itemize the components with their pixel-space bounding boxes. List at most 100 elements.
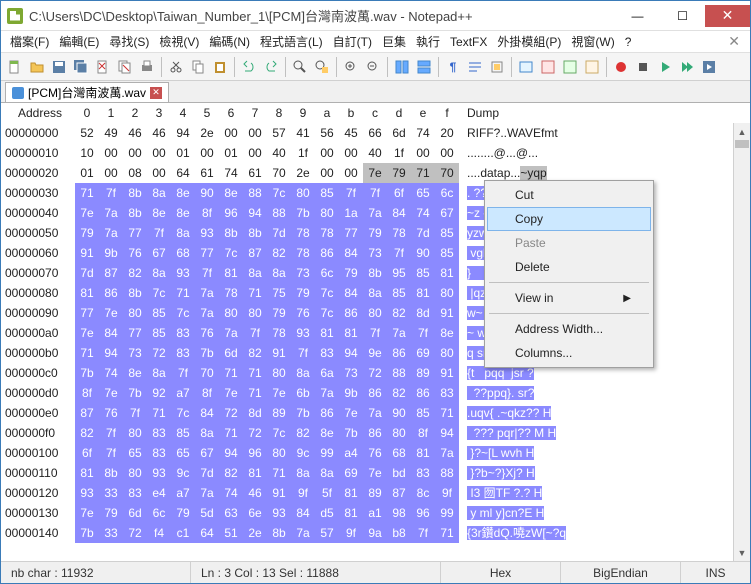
hex-byte[interactable]: 57 (315, 523, 339, 543)
hex-byte[interactable]: 08 (123, 163, 147, 183)
hex-byte[interactable]: 79 (387, 163, 411, 183)
hex-byte[interactable]: 76 (99, 403, 123, 423)
hex-byte[interactable]: a1 (363, 503, 387, 523)
hex-byte[interactable]: 7a (195, 303, 219, 323)
hex-byte[interactable]: 79 (171, 503, 195, 523)
hex-byte[interactable]: 7c (147, 283, 171, 303)
hex-byte[interactable]: 96 (411, 503, 435, 523)
hex-byte[interactable]: 7e (75, 203, 99, 223)
hex-byte[interactable]: 85 (435, 223, 459, 243)
hex-byte[interactable]: 7d (267, 223, 291, 243)
scroll-thumb[interactable] (735, 140, 749, 148)
hex-byte[interactable]: 76 (195, 323, 219, 343)
hex-byte[interactable]: 93 (195, 223, 219, 243)
hex-byte[interactable]: 00 (243, 123, 267, 143)
print-icon[interactable] (137, 57, 157, 77)
hex-byte[interactable]: 85 (147, 323, 171, 343)
hex-byte[interactable]: 82 (243, 343, 267, 363)
hex-byte[interactable]: 00 (411, 143, 435, 163)
hex-byte[interactable]: 73 (123, 343, 147, 363)
hex-byte[interactable]: 91 (435, 303, 459, 323)
hex-row[interactable]: 000000f0827f8083858a71727c828e7b86808f94… (1, 423, 750, 443)
hex-byte[interactable]: 7e (99, 303, 123, 323)
hex-byte[interactable]: 9e (363, 343, 387, 363)
hex-byte[interactable]: 00 (339, 143, 363, 163)
hex-row[interactable]: 000001006f7f658365679496809c99a47668817a… (1, 443, 750, 463)
hex-byte[interactable]: 00 (435, 143, 459, 163)
minimize-button[interactable]: — (615, 5, 660, 27)
hex-byte[interactable]: 84 (99, 323, 123, 343)
hex-byte[interactable]: 71 (411, 163, 435, 183)
hex-byte[interactable]: 7c (315, 303, 339, 323)
hex-byte[interactable]: 83 (171, 323, 195, 343)
hex-byte[interactable]: 7a (195, 283, 219, 303)
hex-row[interactable]: 000000101000000001000100401f0000401f0000… (1, 143, 750, 163)
hex-byte[interactable]: 80 (219, 303, 243, 323)
hex-byte[interactable]: 87 (99, 263, 123, 283)
hex-byte[interactable]: 74 (219, 483, 243, 503)
hex-byte[interactable]: 79 (339, 263, 363, 283)
hex-byte[interactable]: 91 (267, 483, 291, 503)
hex-byte[interactable]: 86 (363, 423, 387, 443)
hex-byte[interactable]: 00 (123, 143, 147, 163)
hex-byte[interactable]: 83 (411, 463, 435, 483)
hex-byte[interactable]: 8e (147, 203, 171, 223)
hex-byte[interactable]: 7b (291, 203, 315, 223)
hex-byte[interactable]: 8e (123, 363, 147, 383)
hex-byte[interactable]: 74 (411, 203, 435, 223)
hex-byte[interactable]: 7f (363, 183, 387, 203)
hex-byte[interactable]: 9c (291, 443, 315, 463)
hex-byte[interactable]: 61 (243, 163, 267, 183)
hex-byte[interactable]: 65 (411, 183, 435, 203)
hex-byte[interactable]: 7e (267, 383, 291, 403)
hex-byte[interactable]: 69 (339, 463, 363, 483)
hex-byte[interactable]: 7e (75, 323, 99, 343)
hex-dump[interactable]: .uqv{ .~qkz?? H (459, 403, 746, 423)
hex-byte[interactable]: 00 (315, 143, 339, 163)
hex-byte[interactable]: 71 (267, 463, 291, 483)
hex-byte[interactable]: 33 (99, 523, 123, 543)
hex-byte[interactable]: 75 (267, 283, 291, 303)
hex-byte[interactable]: 8a (147, 263, 171, 283)
hex-byte[interactable]: 92 (147, 383, 171, 403)
hex-dump[interactable]: }?b~?}Xj? H (459, 463, 746, 483)
hex-byte[interactable]: 93 (75, 483, 99, 503)
hex-byte[interactable]: 79 (267, 303, 291, 323)
hex-byte[interactable]: 84 (291, 503, 315, 523)
hex-byte[interactable]: 91 (435, 363, 459, 383)
hex-byte[interactable]: 71 (435, 403, 459, 423)
hex-byte[interactable]: 8b (123, 203, 147, 223)
tab-close-icon[interactable]: ✕ (150, 87, 162, 99)
hex-byte[interactable]: 6f (75, 443, 99, 463)
scroll-down-icon[interactable]: ▼ (734, 544, 750, 561)
hex-byte[interactable]: 84 (339, 283, 363, 303)
hex-byte[interactable]: 00 (99, 143, 123, 163)
hex-row[interactable]: 00000110818b80939c7d8281718a8a697ebd8388… (1, 463, 750, 483)
hex-byte[interactable]: 95 (387, 263, 411, 283)
hex-byte[interactable]: 01 (171, 143, 195, 163)
hex-byte[interactable]: 8b (99, 463, 123, 483)
hex-byte[interactable]: 67 (147, 243, 171, 263)
hex-byte[interactable]: 86 (99, 283, 123, 303)
hex-byte[interactable]: 85 (411, 263, 435, 283)
hex-byte[interactable]: 7f (411, 323, 435, 343)
hex-byte[interactable]: 6d (123, 503, 147, 523)
hex-dump[interactable]: ??? pqr|?? M H (459, 423, 746, 443)
play-multi-icon[interactable] (677, 57, 697, 77)
hex-byte[interactable]: 81 (411, 443, 435, 463)
hex-byte[interactable]: 80 (267, 443, 291, 463)
hex-byte[interactable]: 96 (219, 203, 243, 223)
hex-byte[interactable]: 7c (171, 403, 195, 423)
hex-byte[interactable]: 94 (99, 343, 123, 363)
hex-byte[interactable]: 7a (195, 483, 219, 503)
stop-macro-icon[interactable] (633, 57, 653, 77)
menu-item[interactable]: 執行 (411, 31, 445, 52)
hex-byte[interactable]: 82 (219, 463, 243, 483)
ctx-copy[interactable]: Copy (487, 207, 651, 231)
hex-byte[interactable]: 7a (99, 223, 123, 243)
hex-byte[interactable]: 00 (243, 143, 267, 163)
hex-byte[interactable]: 8b (363, 263, 387, 283)
hex-byte[interactable]: 57 (267, 123, 291, 143)
hex-byte[interactable]: 8b (123, 183, 147, 203)
hex-byte[interactable]: 7e (75, 503, 99, 523)
